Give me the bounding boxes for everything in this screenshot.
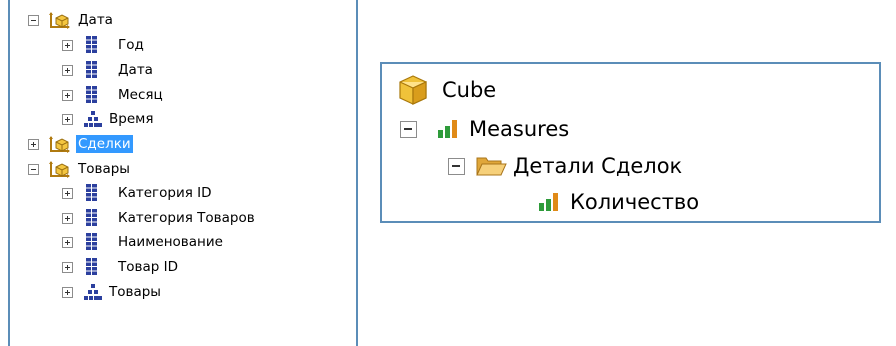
tree-node-label: Товар ID [118,259,178,275]
tree-node-attribute-product-category[interactable]: Категория Товаров [62,207,257,229]
attribute-icon [86,61,98,79]
hierarchy-icon [84,111,102,127]
tree-node-hierarchy-products[interactable]: Товары [62,281,163,303]
attribute-icon [86,36,98,54]
tree-node-label: Cube [442,78,497,102]
collapse-icon[interactable] [28,163,39,175]
tree-node-label: Товары [109,284,161,300]
tree-node-label-selected: Сделки [76,135,133,153]
tree-node-folder-deal-details[interactable]: Детали Сделок [448,149,684,183]
measure-icon [538,192,560,212]
expand-icon[interactable] [62,286,73,298]
collapse-icon[interactable] [400,120,417,138]
tree-node-dimension-deals[interactable]: Сделки [28,133,133,155]
expand-icon[interactable] [62,261,73,273]
measures-tree-panel: Cube Measures Детали Сделок Количество [380,62,881,223]
tree-node-label: Детали Сделок [513,154,683,178]
tree-node-label: Категория ID [118,185,212,201]
dimension-icon [48,10,74,30]
tree-node-hierarchy-time[interactable]: Время [62,108,155,130]
tree-node-attribute-product-id[interactable]: Товар ID [62,256,180,278]
expand-icon[interactable] [62,113,73,125]
attribute-icon [86,258,98,276]
expand-icon[interactable] [62,64,73,76]
expand-icon[interactable] [62,187,73,199]
expand-icon[interactable] [62,212,73,224]
tree-node-label: Measures [469,117,570,141]
tree-node-attribute-name[interactable]: Наименование [62,231,225,253]
tree-node-label: Товары [78,161,130,177]
cube-icon [396,73,430,107]
collapse-icon[interactable] [448,157,465,175]
dimension-tree-panel: Дата Год Дата Месяц Время Сделки Товары … [8,0,358,346]
tree-node-attribute-category-id[interactable]: Категория ID [62,182,214,204]
attribute-icon [86,86,98,104]
tree-node-label: Год [118,37,144,53]
tree-node-label: Дата [78,12,113,28]
tree-node-dimension-date[interactable]: Дата [28,9,115,31]
expand-icon[interactable] [62,89,73,101]
dimension-icon [48,159,74,179]
tree-node-label: Наименование [118,234,223,250]
tree-node-attribute-date[interactable]: Дата [62,59,155,81]
tree-node-label: Дата [118,62,153,78]
tree-node-dimension-products[interactable]: Товары [28,158,132,180]
attribute-icon [86,184,98,202]
attribute-icon [86,233,98,251]
tree-node-label: Категория Товаров [118,210,255,226]
tree-node-label: Количество [570,190,700,214]
tree-node-attribute-month[interactable]: Месяц [62,84,165,106]
hierarchy-icon [84,284,102,300]
collapse-icon[interactable] [28,14,39,26]
tree-node-label: Время [109,111,154,127]
expand-icon[interactable] [62,236,73,248]
attribute-icon [86,209,98,227]
folder-open-icon [475,153,507,179]
tree-node-measure-quantity[interactable]: Количество [538,185,701,219]
dimension-icon [48,134,74,154]
expand-icon[interactable] [62,39,73,51]
tree-node-label: Месяц [118,87,163,103]
expand-icon[interactable] [28,138,39,150]
tree-node-attribute-year[interactable]: Год [62,34,146,56]
measures-icon [437,119,459,139]
tree-node-measures[interactable]: Measures [400,112,571,146]
tree-node-cube[interactable]: Cube [396,73,498,107]
